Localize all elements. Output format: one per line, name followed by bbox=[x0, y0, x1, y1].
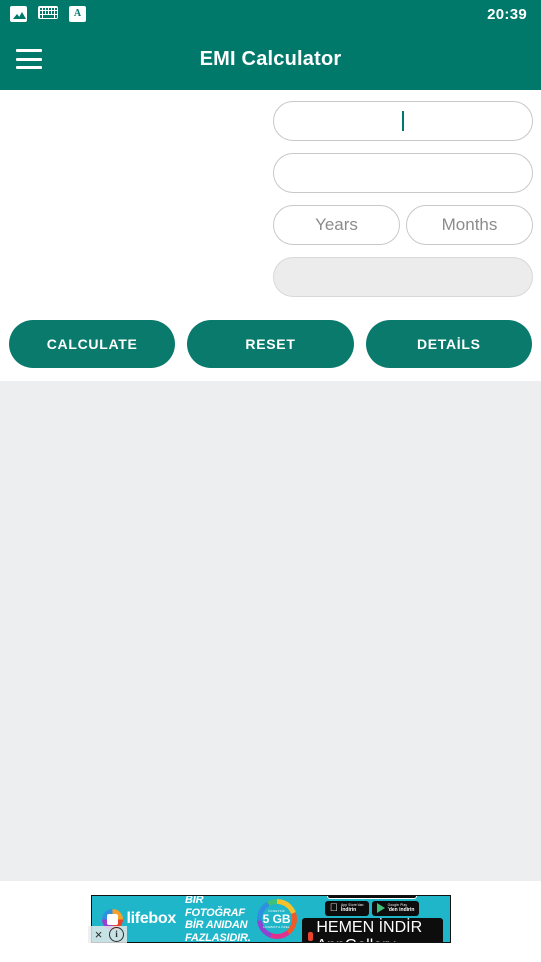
status-bar-clock: 20:39 bbox=[487, 5, 527, 23]
hamburger-line bbox=[16, 57, 42, 61]
close-icon[interactable]: × bbox=[91, 927, 106, 942]
status-bar: A 20:39 bbox=[0, 0, 541, 28]
result-content-area bbox=[0, 381, 541, 881]
interest-rate-input[interactable] bbox=[273, 153, 533, 193]
app-store-badge-text: App Store'dan İndirin bbox=[341, 903, 364, 913]
ad-overlay-controls: × i bbox=[88, 926, 127, 943]
ad-spacer bbox=[0, 881, 541, 895]
status-bar-icons: A bbox=[10, 6, 86, 22]
app-gallery-badge-big: AppGallery bbox=[316, 937, 395, 943]
ad-banner[interactable]: lifebox BİR FOTOĞRAF BİR ANIDAN FAZLASID… bbox=[90, 895, 451, 943]
text-caret bbox=[402, 111, 404, 131]
ad-headline-line1: BİR FOTOĞRAF bbox=[184, 895, 245, 919]
app-gallery-badge-small: HEMEN İNDİR bbox=[316, 918, 423, 936]
keyboard-icon bbox=[38, 6, 58, 22]
google-play-badge[interactable]: Google Play 'den indirin bbox=[371, 900, 420, 916]
ad-store-badges:  App Store'dan İndirin Google Play 'den… bbox=[324, 900, 420, 916]
ad-headline-line3: FAZLASIDIR. bbox=[184, 931, 251, 943]
ad-offer-badge-inner: ÜCRETSİZ 5 GB LİFEBOX'A ÖZEL bbox=[261, 904, 292, 934]
ad-cta-button[interactable]: HEMEN İNDİR bbox=[326, 896, 418, 899]
photo-icon bbox=[10, 6, 27, 22]
tenure-unit-toggle: Years Months bbox=[273, 205, 533, 245]
ad-offer-badge: ÜCRETSİZ 5 GB LİFEBOX'A ÖZEL bbox=[256, 899, 297, 939]
form-row-interest-rate bbox=[0, 153, 541, 193]
app-bar: EMI Calculator bbox=[0, 28, 541, 90]
app-title: EMI Calculator bbox=[199, 47, 342, 70]
keyboard-icon-grid bbox=[38, 6, 58, 19]
form-row-readonly bbox=[0, 257, 541, 297]
hamburger-menu-icon[interactable] bbox=[16, 49, 42, 69]
form-row-loan-amount bbox=[0, 101, 541, 141]
ad-offer-badge-bottom: LİFEBOX'A ÖZEL bbox=[263, 925, 290, 929]
tenure-years-button[interactable]: Years bbox=[273, 205, 400, 245]
ad-brand-name: lifebox bbox=[126, 910, 177, 927]
action-button-bar: CALCULATE RESET DETAİLS bbox=[0, 317, 541, 381]
google-play-icon bbox=[376, 903, 385, 913]
calculate-button[interactable]: CALCULATE bbox=[9, 320, 176, 368]
hamburger-line bbox=[16, 49, 42, 52]
ad-container: lifebox BİR FOTOĞRAF BİR ANIDAN FAZLASID… bbox=[0, 895, 541, 943]
app-gallery-badge-text: HEMEN İNDİR AppGallery bbox=[316, 918, 436, 943]
readonly-result-field bbox=[273, 257, 533, 297]
app-gallery-badge[interactable]: HEMEN İNDİR AppGallery bbox=[301, 917, 443, 943]
input-method-icon: A bbox=[69, 6, 86, 22]
tenure-months-button[interactable]: Months bbox=[406, 205, 533, 245]
ad-offer-badge-amount: 5 GB bbox=[262, 912, 291, 926]
info-icon[interactable]: i bbox=[109, 927, 124, 942]
ad-headline-line2: BİR ANIDAN bbox=[184, 919, 248, 931]
app-store-badge[interactable]:  App Store'dan İndirin bbox=[324, 900, 369, 916]
app-store-badge-big: İndirin bbox=[336, 907, 356, 913]
apple-icon:  bbox=[330, 902, 338, 914]
app-gallery-icon bbox=[307, 932, 314, 941]
form-row-tenure-unit: Years Months bbox=[0, 205, 541, 245]
details-button[interactable]: DETAİLS bbox=[365, 320, 532, 368]
ad-cta-group: HEMEN İNDİR  App Store'dan İndirin Goog… bbox=[301, 896, 443, 943]
loan-amount-input[interactable] bbox=[273, 101, 533, 141]
hamburger-line bbox=[16, 66, 42, 69]
ad-headline: BİR FOTOĞRAF BİR ANIDAN FAZLASIDIR. bbox=[184, 895, 251, 943]
emi-input-form: Years Months bbox=[0, 90, 541, 317]
google-play-badge-text: Google Play 'den indirin bbox=[388, 903, 415, 913]
google-play-badge-big: 'den indirin bbox=[383, 907, 415, 913]
reset-button[interactable]: RESET bbox=[187, 320, 354, 368]
